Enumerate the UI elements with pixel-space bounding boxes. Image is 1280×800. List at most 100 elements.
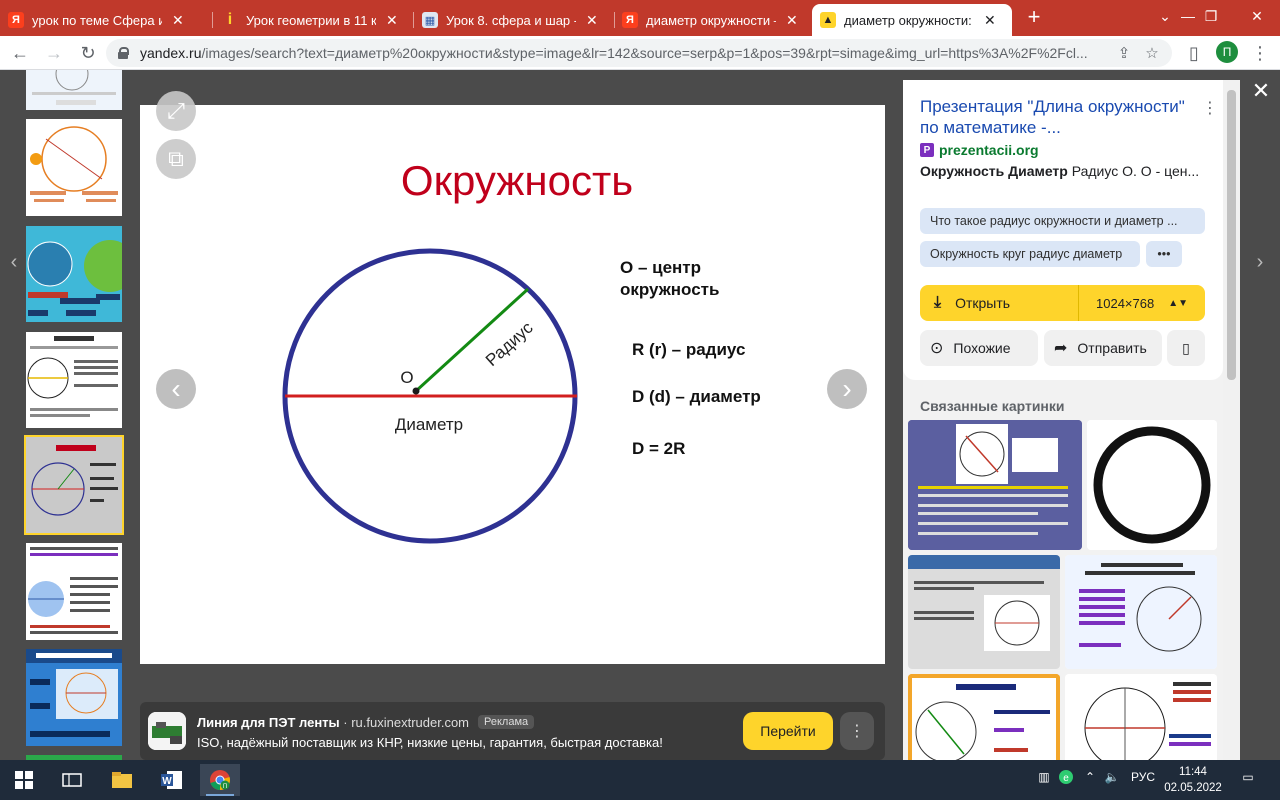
new-tab-button[interactable]: +: [1022, 6, 1046, 30]
ad-more-icon[interactable]: ⋮: [840, 712, 874, 750]
legend-center-line1: O – центр: [620, 258, 701, 277]
lens-icon: ⊙: [930, 340, 944, 357]
notifications-icon[interactable]: ▭: [1238, 770, 1258, 784]
profile-avatar[interactable]: П: [1216, 41, 1238, 63]
tab-3[interactable]: ▦ Урок 8. сфера и шар - Ге ✕: [414, 4, 614, 36]
share-arrow-icon: ➦: [1054, 340, 1068, 357]
share-icon[interactable]: ⇪: [1114, 43, 1134, 63]
menu-kebab-icon[interactable]: ⋮: [1248, 41, 1272, 65]
main-image-viewer[interactable]: Окружность O Радиус Диаметр O – центр ок…: [140, 91, 885, 664]
tab-title: Урок 8. сфера и шар - Ге: [446, 12, 576, 28]
chrome-icon[interactable]: П: [200, 764, 240, 796]
expand-icon[interactable]: ⤢: [156, 91, 196, 131]
page-content: ‹ › Окружность O Радиус Диаметр O – цент…: [0, 70, 1280, 760]
related-image[interactable]: [1087, 420, 1217, 550]
thumbnail-active[interactable]: [24, 435, 124, 535]
tray-app-icon[interactable]: e: [1058, 770, 1074, 784]
size-select[interactable]: 1024×768 ▲▼: [1079, 285, 1205, 321]
next-image-button[interactable]: ›: [827, 369, 867, 409]
size-label: 1024×768: [1096, 295, 1155, 311]
ad-title-text: Линия для ПЭТ ленты: [197, 715, 340, 730]
thumbnail[interactable]: [26, 119, 122, 216]
windows-start-icon[interactable]: [4, 764, 44, 796]
related-image[interactable]: [908, 420, 1082, 550]
browser-toolbar: ← → ↻ yandex.ru/images/search?text=диаме…: [0, 36, 1280, 70]
open-image-button[interactable]: ⤓ Открыть: [920, 285, 1078, 321]
svg-text:П: П: [223, 784, 227, 790]
close-icon[interactable]: ✕: [586, 12, 598, 29]
tag-chip[interactable]: Окружность круг радиус диаметр: [920, 241, 1140, 267]
forward-icon[interactable]: →: [42, 41, 66, 65]
prev-image-button[interactable]: ‹: [156, 369, 196, 409]
thumbnail[interactable]: [26, 649, 122, 746]
info-favicon-icon: i: [227, 11, 233, 28]
bookmark-star-icon[interactable]: ☆: [1142, 43, 1162, 63]
download-icon: ⤓: [934, 294, 942, 311]
ad-badge: Реклама: [478, 715, 535, 729]
info-side-panel: Презентация "Длина окружности" по матема…: [903, 80, 1223, 760]
related-image[interactable]: [1065, 555, 1217, 669]
related-image[interactable]: [908, 674, 1060, 760]
close-icon[interactable]: ✕: [386, 12, 398, 29]
reload-icon[interactable]: ↻: [76, 41, 100, 65]
slide-image: Окружность O Радиус Диаметр O – центр ок…: [140, 105, 885, 664]
open-button[interactable]: ⤓ Открыть 1024×768 ▲▼: [920, 285, 1205, 321]
bookmark-button[interactable]: ▯: [1167, 330, 1205, 366]
scrollbar-thumb[interactable]: [1227, 90, 1236, 380]
share-button[interactable]: ➦ Отправить: [1044, 330, 1162, 366]
snippet-bold: Окружность Диаметр: [920, 163, 1068, 179]
tray-network-icon[interactable]: ▥: [1036, 770, 1052, 784]
address-bar[interactable]: yandex.ru/images/search?text=диаметр%20о…: [106, 39, 1172, 67]
ad-go-button[interactable]: Перейти: [743, 712, 833, 750]
related-image[interactable]: [1065, 674, 1217, 760]
tab-1[interactable]: Я урок по теме Сфера и ш ✕: [0, 4, 210, 36]
close-window-icon[interactable]: ✕: [1234, 0, 1280, 32]
page-next-icon[interactable]: ›: [1248, 242, 1272, 282]
volume-icon[interactable]: 🔈: [1104, 770, 1120, 784]
crop-icon[interactable]: ⧉: [156, 139, 196, 179]
system-clock[interactable]: 11:44 02.05.2022: [1162, 764, 1224, 796]
close-icon[interactable]: ✕: [172, 12, 184, 29]
source-snippet: Окружность Диаметр Радиус О. О - цен...: [920, 163, 1206, 179]
center-point: [412, 387, 420, 395]
thumbnail[interactable]: [26, 332, 122, 428]
tab-strip: Я урок по теме Сфера и ш ✕ i Урок геомет…: [0, 0, 1280, 36]
thumbnail[interactable]: [26, 226, 122, 322]
close-viewer-icon[interactable]: ✕: [1248, 78, 1274, 104]
tag-chip[interactable]: Что такое радиус окружности и диаметр ..…: [920, 208, 1205, 234]
thumbnail[interactable]: [26, 543, 122, 640]
thumbnail-strip: [24, 70, 124, 760]
file-explorer-icon[interactable]: [102, 764, 142, 796]
ad-description: ISO, надёжный поставщик из КНР, низкие ц…: [197, 735, 663, 750]
source-domain[interactable]: Pprezentacii.org: [920, 142, 1039, 158]
similar-label: Похожие: [953, 340, 1011, 356]
tab-2[interactable]: i Урок геометрии в 11 кла ✕: [214, 4, 412, 36]
snippet-text: Радиус О. О - цен...: [1067, 163, 1200, 179]
ad-banner[interactable]: Линия для ПЭТ ленты · ru.fuxinextruder.c…: [140, 702, 885, 760]
source-title-link[interactable]: Презентация "Длина окружности" по матема…: [920, 96, 1200, 138]
thumbnail[interactable]: [26, 70, 122, 110]
url-host: yandex.ru: [140, 45, 202, 61]
updown-icon: ▲▼: [1168, 297, 1188, 309]
related-image[interactable]: [908, 555, 1060, 669]
more-chips-button[interactable]: •••: [1146, 241, 1182, 267]
task-view-icon[interactable]: [52, 764, 92, 796]
source-domain-text: prezentacii.org: [939, 142, 1039, 158]
tab-4[interactable]: Я диаметр окружности — ✕: [614, 4, 812, 36]
page-prev-icon[interactable]: ‹: [2, 242, 26, 282]
close-icon[interactable]: ✕: [786, 12, 798, 29]
url-text[interactable]: yandex.ru/images/search?text=диаметр%20о…: [140, 45, 1100, 61]
ad-title[interactable]: Линия для ПЭТ ленты · ru.fuxinextruder.c…: [197, 715, 469, 730]
tab-5-active[interactable]: ▲ диаметр окружности: 2 ✕: [812, 4, 1012, 36]
back-icon[interactable]: ←: [8, 41, 32, 65]
word-icon[interactable]: W: [152, 764, 192, 796]
panel-scrollbar[interactable]: [1223, 80, 1240, 760]
more-options-icon[interactable]: ⋮: [1202, 98, 1218, 118]
close-icon[interactable]: ✕: [984, 12, 996, 29]
tab-title: диаметр окружности —: [646, 12, 776, 28]
similar-button[interactable]: ⊙ Похожие: [920, 330, 1038, 366]
restore-icon[interactable]: ❐: [1188, 0, 1234, 32]
tray-up-icon[interactable]: ⌃: [1082, 770, 1098, 784]
language-indicator[interactable]: РУС: [1128, 770, 1158, 784]
side-panel-icon[interactable]: ▯: [1182, 41, 1206, 65]
